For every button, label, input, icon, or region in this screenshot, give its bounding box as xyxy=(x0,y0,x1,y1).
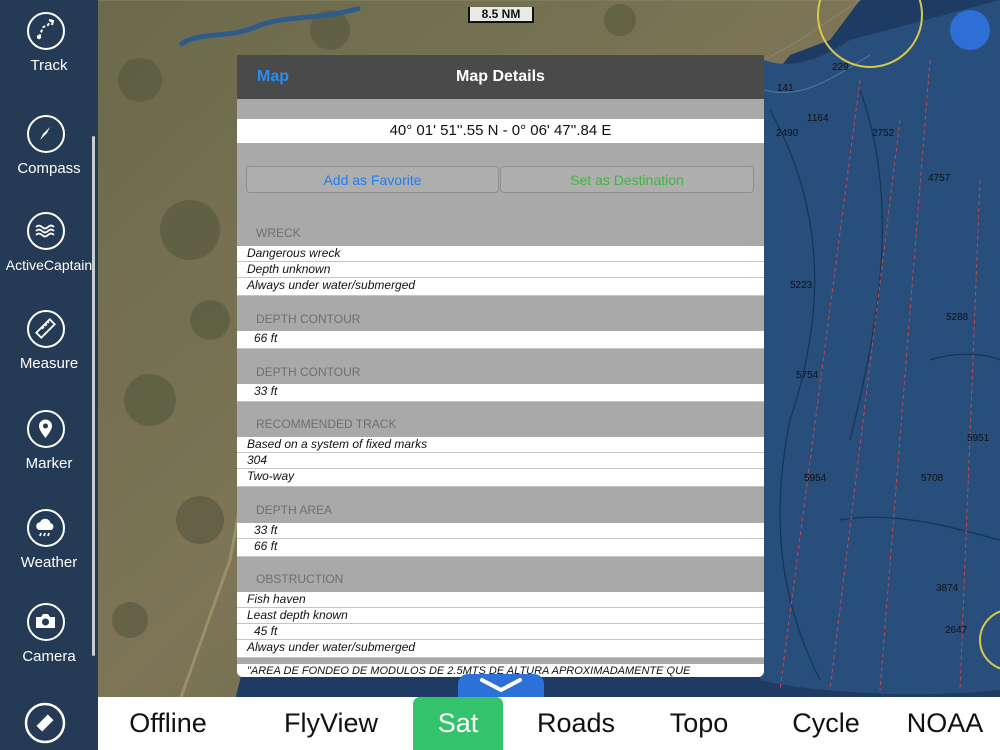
weather-icon xyxy=(27,509,65,547)
depth-label: 5223 xyxy=(790,280,813,291)
tab-cycle[interactable]: Cycle xyxy=(786,697,866,750)
list-item: 33 ft xyxy=(237,384,764,402)
list-item: Two-way xyxy=(237,469,764,487)
list-item: Always under water/submerged xyxy=(237,278,764,296)
camera-icon xyxy=(27,603,65,641)
sidebar-item-marker[interactable]: Marker xyxy=(0,410,98,490)
list-item: 45 ft xyxy=(237,624,764,640)
list-item: Fish haven xyxy=(237,592,764,608)
coordinates-readout: 40° 01' 51''.55 N - 0° 06' 47''.84 E xyxy=(237,119,764,143)
tab-offline[interactable]: Offline xyxy=(120,697,216,750)
sidebar-item-camera[interactable]: Camera xyxy=(0,603,98,683)
sidebar-item-label: Marker xyxy=(25,455,73,472)
section-heading: OBSTRUCTION xyxy=(256,572,344,586)
list-item: 66 ft xyxy=(237,331,764,349)
sidebar-item-activecaptain[interactable]: ActiveCaptain xyxy=(0,212,98,292)
tab-noaa[interactable]: NOAA xyxy=(900,697,990,750)
list-item: 66 ft xyxy=(237,539,764,557)
map-type-tabbar: Offline FlyView Sat Roads Topo Cycle NOA… xyxy=(98,697,1000,750)
add-favorite-button[interactable]: Add as Favorite xyxy=(246,166,499,193)
track-icon xyxy=(27,12,65,50)
depth-label: 141 xyxy=(777,83,794,94)
depth-label: 5288 xyxy=(946,312,969,323)
map-scale: 8.5 NM xyxy=(468,7,534,23)
page-title: Map Details xyxy=(456,68,545,85)
section-heading: WRECK xyxy=(256,226,301,240)
section-heading: RECOMMENDED TRACK xyxy=(256,417,397,431)
section-heading: DEPTH CONTOUR xyxy=(256,312,361,326)
tab-flyview[interactable]: FlyView xyxy=(276,697,386,750)
tab-sat[interactable]: Sat xyxy=(413,697,503,750)
map-details-panel: Map Map Details 40° 01' 51''.55 N - 0° 0… xyxy=(237,55,764,677)
depth-label: 2490 xyxy=(776,128,799,139)
depth-label: 5708 xyxy=(921,473,944,484)
sidebar-item-label: Camera xyxy=(22,648,76,665)
depth-label: 2752 xyxy=(872,128,895,139)
sidebar-item-label: Measure xyxy=(19,355,79,372)
sidebar-item-measure[interactable]: Measure xyxy=(0,310,98,390)
depth-label: 2647 xyxy=(945,625,968,636)
depth-label: 1164 xyxy=(807,113,829,124)
tab-roads[interactable]: Roads xyxy=(531,697,621,750)
sidebar: Track Compass ActiveCaptain Measure Mark… xyxy=(0,0,98,750)
sidebar-item-label: Weather xyxy=(20,554,78,571)
sidebar-item-label: ActiveCaptain xyxy=(5,257,93,273)
depth-label: 5754 xyxy=(796,370,819,381)
depth-label: 3874 xyxy=(936,583,959,594)
panel-header: Map Map Details xyxy=(237,55,764,99)
tab-topo[interactable]: Topo xyxy=(663,697,735,750)
sidebar-item-compass[interactable]: Compass xyxy=(0,115,98,195)
satellite-icon[interactable] xyxy=(24,702,66,744)
list-item: 33 ft xyxy=(237,523,764,539)
set-destination-button[interactable]: Set as Destination xyxy=(500,166,754,193)
list-item: Based on a system of fixed marks xyxy=(237,437,764,453)
sidebar-item-label: Compass xyxy=(17,160,81,177)
chevron-down-icon xyxy=(480,678,522,692)
section-heading: DEPTH CONTOUR xyxy=(256,365,361,379)
list-item: Depth unknown xyxy=(237,262,764,278)
marker-icon xyxy=(27,410,65,448)
sidebar-item-track[interactable]: Track xyxy=(0,12,98,92)
list-item: Dangerous wreck xyxy=(237,246,764,262)
activecaptain-icon xyxy=(27,212,65,250)
depth-label: 5954 xyxy=(804,473,827,484)
collapse-panel-button[interactable] xyxy=(458,674,544,698)
depth-label: 4757 xyxy=(928,173,951,184)
ruler-icon xyxy=(27,310,65,348)
section-heading: DEPTH AREA xyxy=(256,503,333,517)
compass-icon xyxy=(27,115,65,153)
depth-label: 229 xyxy=(832,62,849,73)
list-item: 304 xyxy=(237,453,764,469)
depth-label: 5951 xyxy=(967,433,990,444)
sidebar-item-weather[interactable]: Weather xyxy=(0,509,98,589)
list-item: Least depth known xyxy=(237,608,764,624)
list-item: Always under water/submerged xyxy=(237,640,764,658)
sidebar-item-label: Track xyxy=(30,57,68,74)
